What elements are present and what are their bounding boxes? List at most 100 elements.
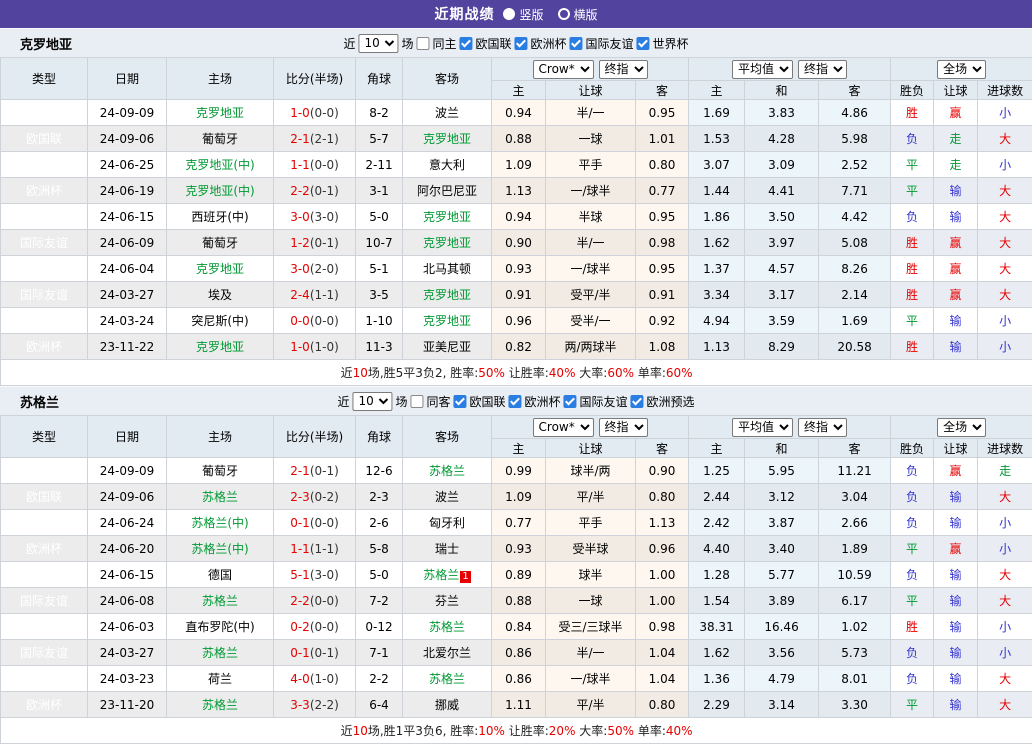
away-team[interactable]: 克罗地亚: [423, 210, 471, 224]
home-team[interactable]: 荷兰: [208, 672, 232, 686]
odds-select-0-1[interactable]: 终指: [599, 418, 648, 437]
home-team[interactable]: 苏格兰: [202, 646, 238, 660]
odds-select-2-0[interactable]: 全场: [937, 60, 986, 79]
league-filter-checkbox-1[interactable]: [515, 37, 528, 50]
odds-select-1-1[interactable]: 终指: [798, 60, 847, 79]
away-team[interactable]: 克罗地亚: [423, 288, 471, 302]
home-team[interactable]: 埃及: [208, 288, 232, 302]
match-count-select[interactable]: 10: [352, 392, 392, 411]
home-team[interactable]: 苏格兰(中): [191, 516, 248, 530]
handicap-line: 半/一: [546, 640, 636, 666]
team-sections: 克罗地亚近10场同主欧国联欧洲杯国际友谊世界杯类型日期主场比分(半场)角球客场C…: [0, 28, 1032, 744]
radio-horizontal-layout[interactable]: 横版: [558, 6, 598, 23]
away-team[interactable]: 北爱尔兰: [423, 646, 471, 660]
home-team[interactable]: 克罗地亚(中): [185, 158, 254, 172]
league-filter-checkbox-0[interactable]: [453, 395, 466, 408]
away-team[interactable]: 苏格兰: [429, 672, 465, 686]
home-team[interactable]: 葡萄牙: [202, 464, 238, 478]
home-team[interactable]: 德国: [208, 568, 232, 582]
match-count-select[interactable]: 10: [358, 34, 398, 53]
away-team[interactable]: 意大利: [429, 158, 465, 172]
odds-home: 0.99: [492, 458, 546, 484]
result-handicap: 走: [934, 126, 978, 152]
result-goals-value: 大: [999, 210, 1011, 224]
odds-select-1-0[interactable]: 平均值: [732, 60, 793, 79]
result-wdl: 负: [891, 484, 934, 510]
away-team[interactable]: 北马其顿: [423, 262, 471, 276]
league-filter-checkbox-2[interactable]: [570, 37, 583, 50]
away-team[interactable]: 克罗地亚: [423, 314, 471, 328]
result-goals: 大: [978, 230, 1032, 256]
odds-select-1-1[interactable]: 终指: [798, 418, 847, 437]
result-wdl: 平: [891, 588, 934, 614]
match-date: 24-06-25: [88, 152, 167, 178]
half-time-score: (0-0): [310, 106, 339, 120]
away-team[interactable]: 苏格兰: [423, 568, 459, 582]
odds-select-0-0[interactable]: Crow*: [533, 60, 594, 79]
away-team[interactable]: 芬兰: [435, 594, 459, 608]
away-team[interactable]: 匈牙利: [429, 516, 465, 530]
away-team[interactable]: 苏格兰: [429, 620, 465, 634]
full-time-score: 5-1: [290, 568, 310, 582]
summary-cell: 近10场,胜5平3负2, 胜率:50% 让胜率:40% 大率:60% 单率:60…: [1, 360, 1032, 386]
avg-away: 8.01: [819, 666, 891, 692]
league-filter-checkbox-3[interactable]: [631, 395, 644, 408]
sub-header-0-0: 主: [492, 81, 546, 100]
corners: 0-12: [356, 614, 403, 640]
radio-vertical-layout[interactable]: 竖版: [503, 6, 543, 23]
home-team[interactable]: 苏格兰: [202, 698, 238, 712]
avg-draw: 3.17: [745, 282, 819, 308]
odds-away: 0.95: [636, 204, 689, 230]
home-team[interactable]: 直布罗陀(中): [185, 620, 254, 634]
odds-select-0-0[interactable]: Crow*: [533, 418, 594, 437]
home-team[interactable]: 葡萄牙: [202, 132, 238, 146]
league-filter-checkbox-1[interactable]: [509, 395, 522, 408]
same-venue-checkbox[interactable]: [416, 37, 429, 50]
home-team-cell: 苏格兰(中): [167, 510, 274, 536]
table-row: 欧国联24-09-09葡萄牙2-1(0-1)12-6苏格兰0.99球半/两0.9…: [1, 458, 1032, 484]
away-team[interactable]: 挪威: [435, 698, 459, 712]
result-handicap-value: 输: [950, 516, 962, 530]
home-team[interactable]: 西班牙(中): [191, 210, 248, 224]
avg-home: 4.40: [689, 536, 745, 562]
away-team[interactable]: 阿尔巴尼亚: [417, 184, 477, 198]
handicap-line: 受半球: [546, 536, 636, 562]
odds-select-1-0[interactable]: 平均值: [732, 418, 793, 437]
result-wdl: 胜: [891, 100, 934, 126]
away-team[interactable]: 克罗地亚: [423, 132, 471, 146]
same-venue-checkbox[interactable]: [410, 395, 423, 408]
odds-home: 0.77: [492, 510, 546, 536]
away-team[interactable]: 克罗地亚: [423, 236, 471, 250]
home-team[interactable]: 苏格兰: [202, 490, 238, 504]
home-team[interactable]: 克罗地亚(中): [185, 184, 254, 198]
league-filter-checkbox-3[interactable]: [637, 37, 650, 50]
away-team[interactable]: 波兰: [435, 106, 459, 120]
league-badge: 国际友谊: [1, 666, 88, 692]
away-team-cell: 北爱尔兰: [403, 640, 492, 666]
full-time-score: 1-1: [290, 542, 310, 556]
handicap-line: 一球: [546, 126, 636, 152]
score-cell: 2-1(2-1): [274, 126, 356, 152]
home-team-cell: 葡萄牙: [167, 230, 274, 256]
odds-source-selects: 全场: [937, 418, 986, 437]
league-filter-checkbox-2[interactable]: [564, 395, 577, 408]
half-time-score: (1-0): [310, 672, 339, 686]
corners: 8-2: [356, 100, 403, 126]
result-handicap: 输: [934, 640, 978, 666]
home-team[interactable]: 苏格兰: [202, 594, 238, 608]
away-team[interactable]: 亚美尼亚: [423, 340, 471, 354]
home-team[interactable]: 葡萄牙: [202, 236, 238, 250]
home-team[interactable]: 苏格兰(中): [191, 542, 248, 556]
away-team[interactable]: 苏格兰: [429, 464, 465, 478]
away-team[interactable]: 波兰: [435, 490, 459, 504]
away-team[interactable]: 瑞士: [435, 542, 459, 556]
home-team[interactable]: 克罗地亚: [196, 106, 244, 120]
sub-header-2-2: 进球数: [978, 439, 1032, 458]
odds-select-2-0[interactable]: 全场: [937, 418, 986, 437]
league-filter-checkbox-0[interactable]: [459, 37, 472, 50]
home-team[interactable]: 克罗地亚: [196, 340, 244, 354]
result-handicap-value: 赢: [950, 106, 962, 120]
home-team[interactable]: 突尼斯(中): [191, 314, 248, 328]
odds-select-0-1[interactable]: 终指: [599, 60, 648, 79]
home-team[interactable]: 克罗地亚: [196, 262, 244, 276]
